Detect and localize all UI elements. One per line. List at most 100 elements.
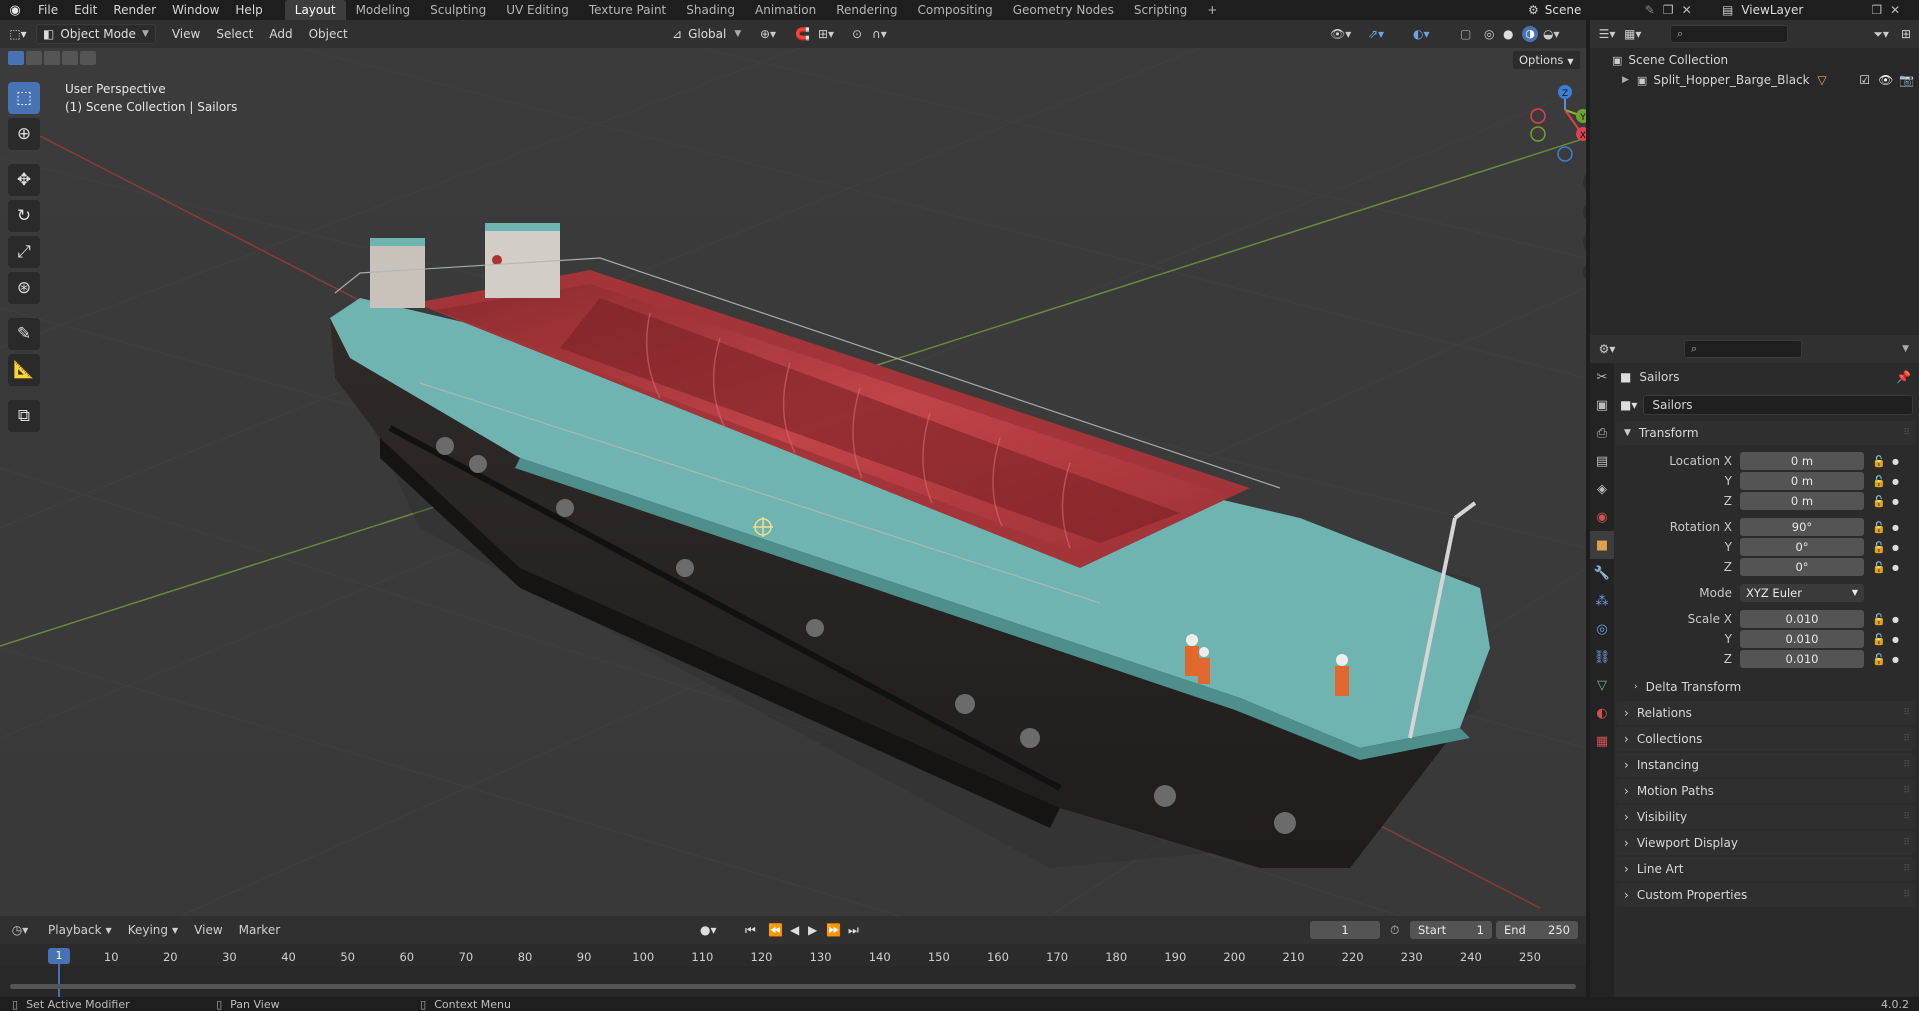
physics-tab-icon[interactable]: ◎	[1590, 615, 1614, 643]
select-new-icon[interactable]	[8, 51, 24, 65]
menu-add[interactable]: Add	[261, 27, 300, 41]
tab-scripting[interactable]: Scripting	[1124, 0, 1197, 20]
scene-selector[interactable]: ⚙ Scene ✎ ❐ ✕	[1528, 0, 1692, 20]
output-tab-icon[interactable]: ⎙	[1590, 419, 1614, 447]
modifier-tab-icon[interactable]: 🔧	[1590, 559, 1614, 587]
editor-type-icon[interactable]: ⬚▾	[0, 27, 36, 41]
outliner-root-row[interactable]: ▣ Scene Collection	[1612, 50, 1919, 70]
panel-custom-properties[interactable]: › Custom Properties ⠿	[1616, 883, 1915, 907]
pivot-icon[interactable]: ⊕▾	[760, 27, 776, 41]
properties-search-input[interactable]: ⌕	[1684, 340, 1802, 358]
delete-view-layer-icon[interactable]: ✕	[1890, 3, 1900, 17]
display-mode-icon[interactable]: ▦▾	[1624, 27, 1654, 41]
overlays-toggle-icon[interactable]: ◐▾	[1413, 27, 1430, 41]
panel-line-art[interactable]: › Line Art ⠿	[1616, 857, 1915, 881]
timeline-scrollbar[interactable]	[10, 984, 1576, 989]
lock-icon[interactable]: 🔓	[1872, 455, 1886, 468]
lock-icon[interactable]: 🔓	[1872, 541, 1886, 554]
scale-tool-icon[interactable]: ⤢	[8, 236, 40, 268]
select-box-tool-icon[interactable]: ⬚	[8, 82, 40, 114]
delta-transform-subpanel[interactable]: › Delta Transform	[1616, 675, 1919, 699]
tab-geometry-nodes[interactable]: Geometry Nodes	[1003, 0, 1124, 20]
menu-edit[interactable]: Edit	[66, 0, 105, 20]
3d-viewport[interactable]: Z Y X User Perspective (1) Scene Collect…	[0, 48, 1586, 916]
zoom-icon[interactable]: 🔍	[1583, 170, 1586, 194]
jump-start-icon[interactable]: ⏮	[745, 923, 756, 938]
annotate-tool-icon[interactable]: ✎	[8, 318, 40, 350]
drag-grip-icon[interactable]: ⠿	[1903, 428, 1910, 438]
move-tool-icon[interactable]: ✥	[8, 164, 40, 196]
select-extend-icon[interactable]	[26, 51, 42, 65]
menu-select[interactable]: Select	[208, 27, 261, 41]
visibility-icon[interactable]: 👁▾	[1330, 27, 1351, 41]
play-reverse-icon[interactable]: ◀	[790, 923, 799, 937]
outliner-editor-icon[interactable]: ☰▾	[1590, 27, 1624, 41]
drag-grip-icon[interactable]: ⠿	[1903, 734, 1910, 744]
lock-icon[interactable]: 🔓	[1872, 613, 1886, 626]
panel-instancing[interactable]: › Instancing ⠿	[1616, 753, 1915, 777]
timeline-editor-icon[interactable]: ◷▾	[0, 923, 40, 937]
render-tab-icon[interactable]: ▣	[1590, 391, 1614, 419]
new-scene-icon[interactable]: ❐	[1663, 3, 1674, 17]
timeline-area[interactable]: 1102030405060708090100110120130140150160…	[0, 944, 1586, 1000]
orientation-dropdown[interactable]: ⊿ Global ▼	[672, 27, 741, 41]
playhead[interactable]: 1	[48, 948, 70, 964]
end-frame-field[interactable]: End 250	[1496, 921, 1578, 939]
outliner-row-barge[interactable]: ▶ ▣ Split_Hopper_Barge_Black ▽ ☑ 👁 📷	[1612, 70, 1919, 90]
lock-icon[interactable]: 🔓	[1872, 633, 1886, 646]
keyframe-dot-icon[interactable]: ●	[1892, 563, 1902, 572]
frame-ruler[interactable]: 1102030405060708090100110120130140150160…	[0, 944, 1586, 966]
transform-panel-header[interactable]: ▼ Transform ⠿	[1616, 421, 1915, 445]
lock-icon[interactable]: 🔓	[1872, 653, 1886, 666]
camera-icon[interactable]: 🎥	[1583, 230, 1586, 254]
add-cube-tool-icon[interactable]: ⧉	[8, 400, 40, 432]
new-collection-icon[interactable]: ⊞	[1901, 27, 1911, 41]
tool-tab-icon[interactable]: ✂	[1590, 363, 1614, 391]
keyframe-dot-icon[interactable]: ●	[1892, 615, 1902, 624]
scale-x-field[interactable]: 0.010	[1740, 610, 1864, 628]
record-button[interactable]: ●▾	[700, 923, 717, 937]
pin-icon[interactable]: 📌	[1896, 370, 1911, 384]
current-frame-field[interactable]: 1	[1310, 921, 1380, 939]
tab-uv-editing[interactable]: UV Editing	[496, 0, 579, 20]
keyframe-dot-icon[interactable]: ●	[1892, 497, 1902, 506]
ortho-grid-icon[interactable]: ⊞	[1583, 260, 1586, 284]
tab-compositing[interactable]: Compositing	[907, 0, 1002, 20]
clock-icon[interactable]: ⏱	[1390, 923, 1399, 938]
menu-view[interactable]: View	[186, 923, 230, 937]
keyframe-dot-icon[interactable]: ●	[1892, 457, 1902, 466]
drag-grip-icon[interactable]: ⠿	[1903, 838, 1910, 848]
select-invert-icon[interactable]	[62, 51, 78, 65]
drag-grip-icon[interactable]: ⠿	[1903, 786, 1910, 796]
render-camera-icon[interactable]: 📷	[1899, 73, 1914, 87]
panel-visibility[interactable]: › Visibility ⠿	[1616, 805, 1915, 829]
rotation-mode-dropdown[interactable]: XYZ Euler ▼	[1740, 584, 1864, 602]
eye-icon[interactable]: 👁	[1878, 73, 1893, 87]
world-tab-icon[interactable]: ◉	[1590, 503, 1614, 531]
lock-icon[interactable]: 🔓	[1872, 495, 1886, 508]
menu-marker[interactable]: Marker	[231, 923, 288, 937]
scene-tab-icon[interactable]: ◈	[1590, 475, 1614, 503]
keyframe-dot-icon[interactable]: ●	[1892, 655, 1902, 664]
outliner-search-input[interactable]: ⌕	[1670, 25, 1788, 43]
menu-help[interactable]: Help	[227, 0, 270, 20]
measure-tool-icon[interactable]: 📐	[8, 354, 40, 386]
menu-playback[interactable]: Playback ▼	[40, 923, 120, 937]
scale-y-field[interactable]: 0.010	[1740, 630, 1864, 648]
object-data-dropdown-icon[interactable]: ■▾	[1620, 398, 1637, 412]
rotate-tool-icon[interactable]: ↻	[8, 200, 40, 232]
data-tab-icon[interactable]: ▽	[1590, 671, 1614, 699]
modifier-icon[interactable]: ▽	[1817, 73, 1839, 87]
drag-grip-icon[interactable]: ⠿	[1903, 760, 1910, 770]
tab-rendering[interactable]: Rendering	[826, 0, 907, 20]
view-layer-tab-icon[interactable]: ▤	[1590, 447, 1614, 475]
tab-texture-paint[interactable]: Texture Paint	[579, 0, 676, 20]
keyframe-dot-icon[interactable]: ●	[1892, 543, 1902, 552]
texture-tab-icon[interactable]: ▦	[1590, 727, 1614, 755]
panel-motion-paths[interactable]: › Motion Paths ⠿	[1616, 779, 1915, 803]
next-keyframe-icon[interactable]: ⏩	[826, 923, 841, 937]
panel-relations[interactable]: › Relations ⠿	[1616, 701, 1915, 725]
rotation-z-field[interactable]: 0°	[1740, 558, 1864, 576]
xray-icon[interactable]: ▢	[1460, 27, 1471, 41]
view-layer-selector[interactable]: ▤ ViewLayer ❐ ✕	[1722, 0, 1900, 20]
